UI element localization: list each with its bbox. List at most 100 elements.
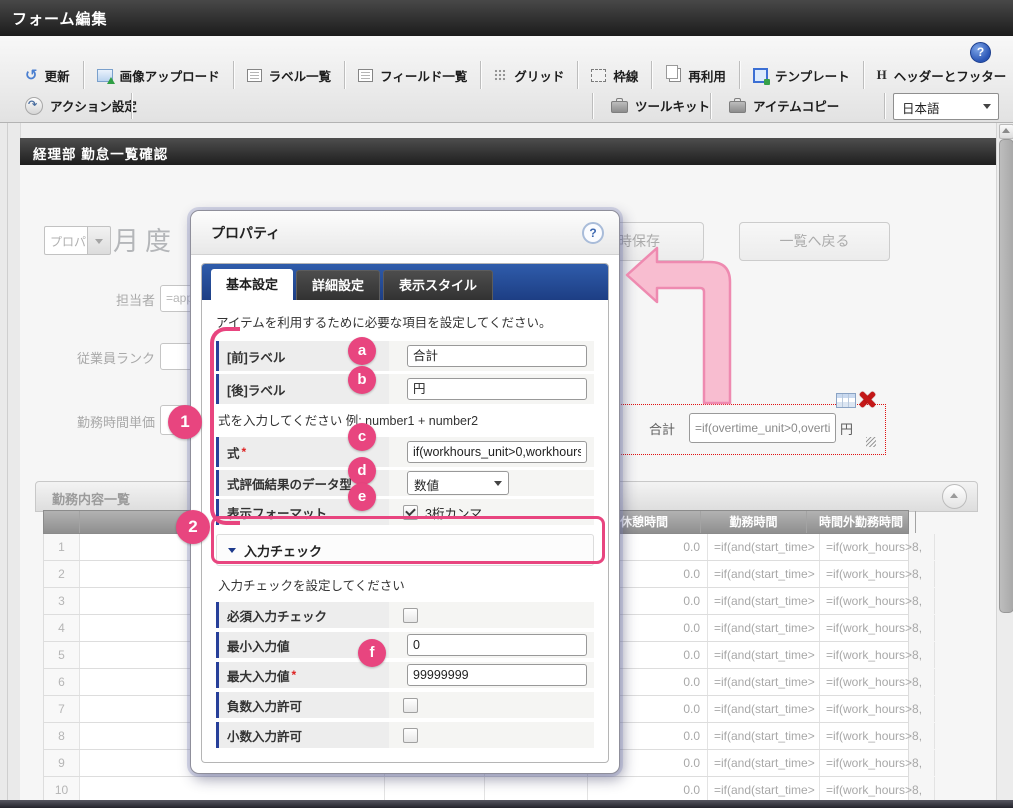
sum-item-selected[interactable]: 合計 =if(overtime_unit>0,overti 円 xyxy=(612,404,886,455)
annotation-badge-c: c xyxy=(348,423,376,451)
dialog-help-icon[interactable]: ? xyxy=(582,222,604,244)
required-mark: * xyxy=(241,445,247,459)
worklist-title: 勤務内容一覧 xyxy=(52,492,131,507)
resize-handle-icon[interactable] xyxy=(866,437,876,447)
reuse-icon xyxy=(666,65,682,82)
annotation-bracket-group1 xyxy=(210,327,240,525)
work-time-cell: =if(and(start_time> xyxy=(708,588,820,614)
item-select-combo[interactable]: プロパ xyxy=(44,226,89,255)
tab-display-style[interactable]: 表示スタイル xyxy=(383,270,494,300)
annotation-badge-f: f xyxy=(358,639,386,667)
toolkit-button[interactable]: ツールキット xyxy=(600,92,721,119)
toolbar-button-label: 更新 xyxy=(44,69,70,84)
vertical-scrollbar[interactable] xyxy=(996,123,1013,800)
dialog-description: アイテムを利用するために必要な項目を設定してください。 xyxy=(216,316,552,330)
work-time-cell: =if(and(start_time> xyxy=(708,696,820,722)
col-header-rownum xyxy=(44,511,80,533)
toolbar-separator xyxy=(577,61,579,89)
action-settings-button[interactable]: アクション設定 xyxy=(14,92,148,119)
item-copy-button[interactable]: アイテムコピー xyxy=(718,92,850,119)
window-bottom-frame xyxy=(0,800,1013,808)
template-icon xyxy=(752,67,770,85)
min-value-input[interactable] xyxy=(407,634,587,656)
property-row-max-value: 最大入力値 * xyxy=(216,662,594,688)
toolbar-button-border[interactable]: 枠線 xyxy=(580,60,649,90)
before-label-input[interactable] xyxy=(407,345,587,367)
header-footer-icon xyxy=(877,68,887,82)
toolbar-button-label: 画像アップロード xyxy=(119,69,220,84)
toolbar-button-label: ラベル一覧 xyxy=(268,69,332,84)
canvas-form-title: 月度 勤怠 xyxy=(113,226,191,256)
col-header-overtime: 時間外勤務時間 xyxy=(807,511,916,533)
language-select[interactable]: 日本語 xyxy=(893,93,999,120)
item-select-dropdown-button[interactable] xyxy=(87,226,111,255)
annotation-arrow xyxy=(625,246,732,405)
app-window: フォーム編集 ? 更新 画像アップロード ラベル一覧 フィールド一覧 グリッド 枠線 再利用… xyxy=(0,0,1013,808)
item-copy-icon xyxy=(729,98,746,113)
border-icon xyxy=(591,68,607,82)
work-time-cell: =if(and(start_time> xyxy=(708,615,820,641)
scrollbar-thumb[interactable] xyxy=(999,139,1013,613)
toolbar-separator xyxy=(344,61,346,89)
formula-input[interactable] xyxy=(407,441,587,463)
employee-rank-label: 従業員ランク xyxy=(76,351,155,366)
scroll-up-button[interactable] xyxy=(999,124,1013,139)
after-label-input[interactable] xyxy=(407,378,587,400)
toolbar-button-label-list[interactable]: ラベル一覧 xyxy=(236,60,343,90)
datatype-select[interactable]: 数値 xyxy=(407,471,509,495)
toolbar-button-field-list[interactable]: フィールド一覧 xyxy=(347,60,478,90)
overtime-cell: =if(work_hours>8, xyxy=(820,561,935,587)
hourly-wage-label: 勤務時間単価 xyxy=(76,415,155,430)
toolbar-button-label: 枠線 xyxy=(613,69,639,84)
window-title: フォーム編集 xyxy=(12,11,108,28)
grid-icon xyxy=(494,68,508,82)
toolbar-separator xyxy=(862,61,864,89)
manager-label: 担当者 xyxy=(115,293,155,308)
tab-basic-settings[interactable]: 基本設定 xyxy=(211,269,294,300)
overtime-cell: =if(work_hours>8, xyxy=(820,534,935,560)
toolbar-button-image-upload[interactable]: 画像アップロード xyxy=(86,60,231,90)
table-settings-icon[interactable] xyxy=(836,393,856,408)
toolbar-button-reuse[interactable]: 再利用 xyxy=(654,60,737,90)
annotation-badge-e: e xyxy=(348,483,376,511)
toolbar-separator xyxy=(480,61,482,89)
work-time-cell: =if(and(start_time> xyxy=(708,669,820,695)
toolbar-button-grid[interactable]: グリッド xyxy=(483,60,575,90)
collapse-up-button[interactable] xyxy=(942,484,967,509)
row-number-cell: 2 xyxy=(44,561,80,587)
delete-item-icon[interactable] xyxy=(858,390,876,408)
back-to-list-button[interactable]: 一覧へ戻る xyxy=(739,222,890,261)
label-list-icon xyxy=(246,68,262,82)
property-row-required-check: 必須入力チェック xyxy=(216,602,594,628)
property-row-before-label: [前]ラベル xyxy=(216,341,594,371)
decimal-allow-checkbox[interactable] xyxy=(403,727,418,743)
toolbar-separator xyxy=(82,61,84,89)
toolbar-button-header-footer[interactable]: ヘッダーとフッター xyxy=(866,60,1013,90)
toolbar-separator xyxy=(738,61,740,89)
required-check-checkbox[interactable] xyxy=(403,607,418,623)
negative-allow-checkbox[interactable] xyxy=(403,697,418,713)
property-row-datatype: 式評価結果のデータ型 数値 xyxy=(216,470,594,496)
refresh-icon xyxy=(25,68,38,83)
dialog-title: プロパティ xyxy=(211,225,281,241)
overtime-cell: =if(work_hours>8, xyxy=(820,723,935,749)
row-number-cell: 4 xyxy=(44,615,80,641)
dialog-tab-panel: 基本設定 詳細設定 表示スタイル アイテムを利用するために必要な項目を設定してく… xyxy=(201,263,609,763)
col-header-work: 勤務時間 xyxy=(701,511,807,533)
negative-allow-label: 負数入力許可 xyxy=(216,692,389,718)
toolbar: ? 更新画像アップロードラベル一覧フィールド一覧グリッド枠線再利用テンプレートヘ… xyxy=(0,36,1013,123)
annotation-badge-a: a xyxy=(348,337,376,365)
toolbar-button-template[interactable]: テンプレート xyxy=(742,60,861,90)
toolbar-button-refresh[interactable]: 更新 xyxy=(14,60,81,90)
left-margin xyxy=(0,123,21,800)
property-row-decimal-allow: 小数入力許可 xyxy=(216,722,594,748)
toolbar-button-label: ヘッダーとフッター xyxy=(893,69,1007,84)
tab-detail-settings[interactable]: 詳細設定 xyxy=(296,270,381,300)
overtime-cell: =if(work_hours>8, xyxy=(820,588,935,614)
required-check-label: 必須入力チェック xyxy=(216,602,389,628)
input-check-hint: 入力チェックを設定してください xyxy=(218,579,405,593)
max-value-input[interactable] xyxy=(407,664,587,686)
datatype-select-value: 数値 xyxy=(414,479,440,493)
overtime-cell: =if(work_hours>8, xyxy=(820,750,935,776)
sum-item-formula-field[interactable]: =if(overtime_unit>0,overti xyxy=(689,413,836,443)
